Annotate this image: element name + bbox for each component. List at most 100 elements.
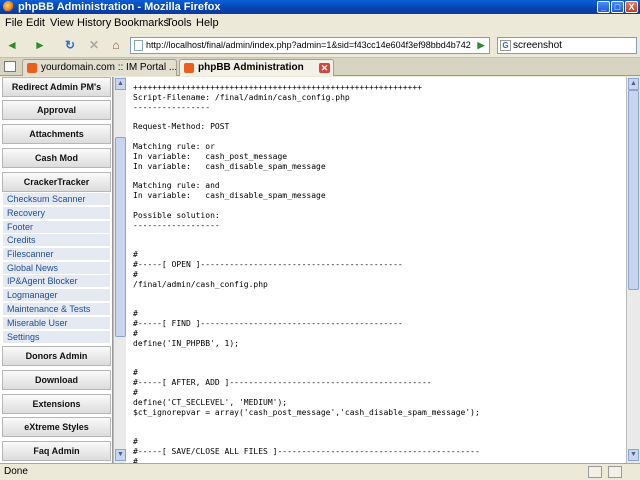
status-bar: Done	[0, 463, 640, 480]
tab-label: phpBB Administration	[198, 62, 304, 73]
sidebar-item-maintenance-tests[interactable]: Maintenance & Tests	[3, 303, 110, 316]
sidebar-header-extensions[interactable]: Extensions	[2, 394, 111, 414]
log-line: /final/admin/cash_config.php	[133, 279, 268, 289]
log-line: ------------------	[133, 220, 220, 230]
log-line: Request-Method: POST	[133, 122, 230, 132]
log-line: #	[133, 270, 138, 280]
stop-icon[interactable]: ✕	[85, 37, 103, 53]
log-line: #	[133, 329, 138, 339]
log-line: #	[133, 437, 138, 447]
menu-bookmarks[interactable]: Bookmarks	[114, 16, 169, 30]
sidebar-item-checksum-scanner[interactable]: Checksum Scanner	[3, 193, 110, 206]
log-line: define('IN_PHPBB', 1);	[133, 338, 239, 348]
sidebar-header-donors-admin[interactable]: Donors Admin	[2, 346, 111, 366]
menu-file[interactable]: File	[5, 16, 23, 30]
sidebar-item-logmanager[interactable]: Logmanager	[3, 289, 110, 302]
scroll-up-arrow-icon[interactable]: ▲	[628, 78, 639, 90]
log-line: #	[133, 368, 138, 378]
log-line: #-----[ AFTER, ADD ]--------------------…	[133, 378, 432, 388]
sidebar-item-filescanner[interactable]: Filescanner	[3, 248, 110, 261]
menu-help[interactable]: Help	[196, 16, 219, 30]
sidebar-header-cash-mod[interactable]: Cash Mod	[2, 148, 111, 168]
new-tab-icon[interactable]	[4, 61, 16, 72]
sidebar-header-crackertracker[interactable]: CrackerTracker	[2, 172, 111, 192]
sidebar-header-download[interactable]: Download	[2, 370, 111, 390]
content-scrollbar[interactable]: ▲ ▼	[626, 77, 640, 463]
page-icon	[134, 40, 143, 51]
menu-bar: File Edit View History Bookmarks Tools H…	[0, 14, 640, 32]
tab-phpbb-administration[interactable]: phpBB Administration ✕	[179, 59, 334, 76]
go-arrow-icon[interactable]: ▶	[474, 39, 488, 52]
tab-bar: yourdomain.com :: IM Portal ... phpBB Ad…	[0, 58, 640, 76]
home-icon[interactable]: ⌂	[107, 37, 125, 53]
navigation-toolbar: ◄ ► ↻ ✕ ⌂ http://localhost/final/admin/i…	[0, 32, 640, 58]
content-scrollbar-thumb[interactable]	[628, 90, 639, 290]
maximize-button[interactable]: □	[611, 1, 624, 13]
sidebar-header-attachments[interactable]: Attachments	[2, 124, 111, 144]
favicon-icon	[184, 63, 194, 73]
forward-arrow-icon[interactable]: ►	[31, 37, 49, 53]
tab-close-icon[interactable]: ✕	[319, 63, 330, 73]
sidebar-item-recovery[interactable]: Recovery	[3, 207, 110, 220]
menu-view[interactable]: View	[50, 16, 74, 30]
menu-edit[interactable]: Edit	[26, 16, 45, 30]
firefox-icon	[3, 1, 14, 12]
sidebar-header-faq-admin[interactable]: Faq Admin	[2, 441, 111, 461]
log-line: Script-Filename: /final/admin/cash_confi…	[133, 92, 350, 102]
sidebar-scrollbar[interactable]: ▲ ▼	[113, 77, 126, 463]
window-title: phpBB Administration - Mozilla Firefox	[18, 1, 221, 13]
sidebar-header-redirect-admin-pms[interactable]: Redirect Admin PM's	[2, 77, 111, 97]
sidebar-item-global-news[interactable]: Global News	[3, 262, 110, 275]
log-line: #	[133, 388, 138, 398]
sidebar-item-settings[interactable]: Settings	[3, 331, 110, 344]
log-line: #	[133, 250, 138, 260]
log-line: Matching rule: or	[133, 142, 215, 152]
sidebar-item-ip-agent-blocker[interactable]: IP&Agent Blocker	[3, 275, 110, 288]
popup-blocker-icon[interactable]	[608, 466, 622, 478]
log-line: In variable: cash_post_message	[133, 151, 288, 161]
log-line: #-----[ FIND ]--------------------------…	[133, 319, 403, 329]
search-box[interactable]: Gscreenshot	[497, 37, 637, 54]
tab-label: yourdomain.com :: IM Portal ...	[41, 62, 177, 73]
sidebar-item-credits[interactable]: Credits	[3, 234, 110, 247]
search-input[interactable]: screenshot	[513, 40, 562, 51]
sidebar-header-extreme-styles[interactable]: eXtreme Styles	[2, 417, 111, 437]
google-icon[interactable]: G	[500, 40, 511, 51]
url-text: http://localhost/final/admin/index.php?a…	[146, 40, 471, 50]
close-button[interactable]: X	[625, 1, 638, 13]
back-arrow-icon[interactable]: ◄	[3, 37, 21, 53]
menu-history[interactable]: History	[77, 16, 111, 30]
crackertracker-log-text: ++++++++++++++++++++++++++++++++++++++++…	[133, 83, 480, 463]
sidebar-item-miserable-user[interactable]: Miserable User	[3, 317, 110, 330]
sidebar-header-approval[interactable]: Approval	[2, 100, 111, 120]
log-line: #	[133, 309, 138, 319]
scroll-up-arrow-icon[interactable]: ▲	[115, 78, 126, 90]
tab-yourdomain[interactable]: yourdomain.com :: IM Portal ...	[22, 59, 177, 76]
scroll-down-arrow-icon[interactable]: ▼	[115, 449, 126, 461]
sidebar-scrollbar-thumb[interactable]	[115, 137, 126, 337]
sidebar-item-footer[interactable]: Footer	[3, 221, 110, 234]
scroll-down-arrow-icon[interactable]: ▼	[628, 449, 639, 461]
title-bar: phpBB Administration - Mozilla Firefox _…	[0, 0, 640, 14]
minimize-button[interactable]: _	[597, 1, 610, 13]
main-content: ++++++++++++++++++++++++++++++++++++++++…	[126, 77, 626, 463]
admin-sidebar: Redirect Admin PM's Approval Attachments…	[0, 77, 113, 463]
log-line: In variable: cash_disable_spam_message	[133, 161, 326, 171]
menu-tools[interactable]: Tools	[166, 16, 192, 30]
log-line: $ct_ignorepvar = array('cash_post_messag…	[133, 407, 480, 417]
security-icon[interactable]	[588, 466, 602, 478]
log-line: Matching rule: and	[133, 181, 220, 191]
log-line: #-----[ OPEN ]--------------------------…	[133, 260, 403, 270]
url-bar[interactable]: http://localhost/final/admin/index.php?a…	[130, 37, 490, 54]
reload-icon[interactable]: ↻	[61, 37, 79, 53]
